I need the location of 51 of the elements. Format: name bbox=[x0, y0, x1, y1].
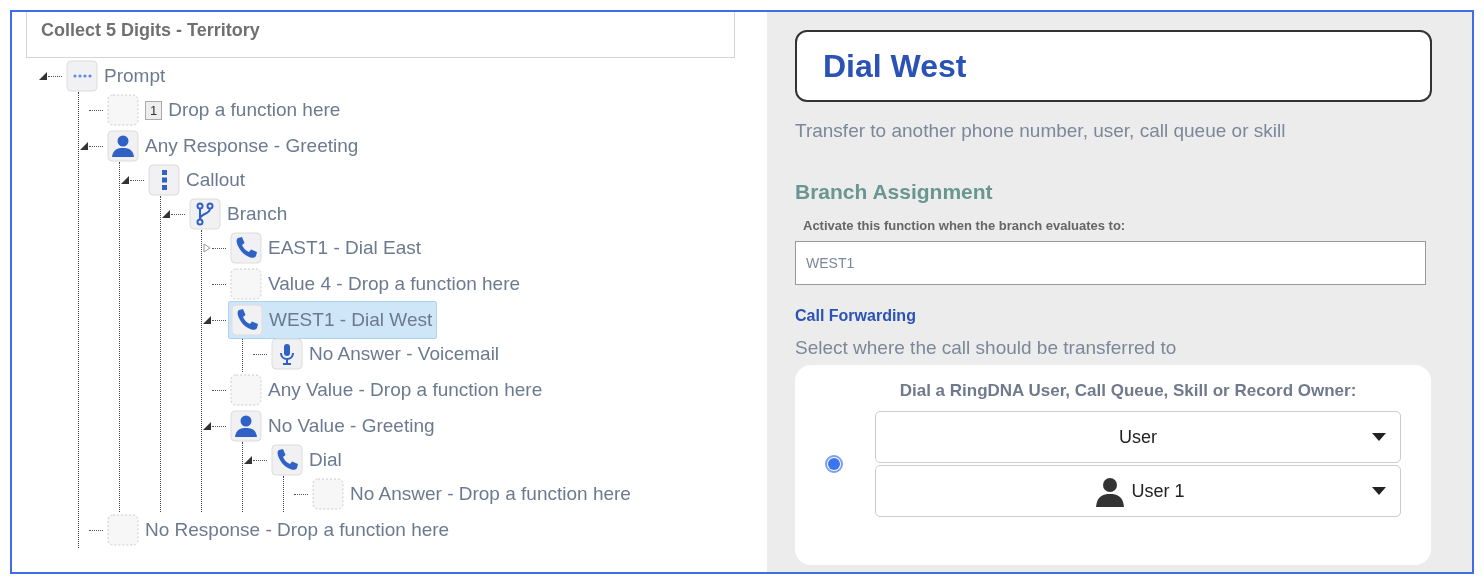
tree-item[interactable]: Branch bbox=[187, 196, 292, 232]
branch-value-field[interactable]: WEST1 bbox=[795, 241, 1426, 285]
type-dropdown[interactable]: User bbox=[875, 411, 1401, 463]
expand-toggle-icon[interactable] bbox=[202, 421, 212, 431]
tree-item[interactable]: No Answer - Drop a function here bbox=[310, 476, 635, 512]
section-heading: Call Forwarding bbox=[795, 307, 917, 325]
radio-button[interactable] bbox=[825, 455, 843, 473]
empty-slot-icon bbox=[107, 514, 139, 546]
flow-title: Collect 5 Digits - Territory bbox=[26, 12, 735, 58]
function-title: Dial West bbox=[795, 30, 1432, 102]
caret-icon bbox=[1372, 487, 1386, 495]
empty-slot-icon bbox=[107, 94, 139, 126]
person-icon bbox=[230, 410, 262, 442]
dots-icon bbox=[66, 60, 98, 92]
section-heading: Branch Assignment bbox=[795, 180, 994, 204]
tree-item[interactable]: No Value - Greeting bbox=[228, 408, 439, 444]
expand-toggle-icon[interactable] bbox=[38, 71, 48, 81]
index-badge: 1 bbox=[145, 100, 163, 120]
phone-icon bbox=[271, 444, 303, 476]
tree-item[interactable]: Callout bbox=[146, 162, 250, 198]
tree-item[interactable]: WEST1 - Dial West bbox=[228, 301, 438, 339]
tree-item[interactable]: No Answer - Voicemail bbox=[269, 336, 504, 372]
microphone-icon bbox=[271, 338, 303, 370]
person-icon bbox=[107, 130, 139, 162]
branch-icon bbox=[189, 198, 221, 230]
tree-item[interactable]: Any Response - Greeting bbox=[105, 128, 363, 164]
expand-toggle-icon[interactable] bbox=[243, 455, 253, 465]
vertical-dots-icon bbox=[148, 164, 180, 196]
caret-icon bbox=[1372, 433, 1386, 441]
phone-icon bbox=[230, 232, 262, 264]
phone-icon bbox=[231, 304, 263, 336]
field-label: Activate this function when the branch evaluates to: bbox=[803, 218, 1127, 233]
tree-item[interactable]: 1 Drop a function here bbox=[105, 92, 345, 128]
user-dropdown[interactable]: User 1 bbox=[875, 465, 1401, 517]
tree-item[interactable]: Prompt bbox=[64, 58, 170, 94]
description: Transfer to another phone number, user, call queue or skill bbox=[795, 120, 1287, 142]
tree-item[interactable]: Dial bbox=[269, 442, 346, 478]
tree-item[interactable]: No Response - Drop a function here bbox=[105, 512, 454, 548]
expand-toggle-icon[interactable] bbox=[202, 315, 212, 325]
option-heading: Dial a RingDNA User, Call Queue, Skill or Record Owner: bbox=[898, 381, 1358, 401]
expand-toggle-icon[interactable] bbox=[120, 175, 130, 185]
empty-slot-icon bbox=[230, 268, 262, 300]
tree-item[interactable]: EAST1 - Dial East bbox=[228, 230, 426, 266]
tree-item[interactable]: Value 4 - Drop a function here bbox=[228, 266, 525, 302]
tree-item[interactable]: Any Value - Drop a function here bbox=[228, 372, 547, 408]
expand-toggle-icon[interactable] bbox=[161, 209, 171, 219]
empty-slot-icon bbox=[312, 478, 344, 510]
collapse-toggle-icon[interactable] bbox=[202, 243, 212, 253]
description: Select where the call should be transferred to bbox=[795, 337, 1178, 359]
expand-toggle-icon[interactable] bbox=[79, 141, 89, 151]
empty-slot-icon bbox=[230, 374, 262, 406]
